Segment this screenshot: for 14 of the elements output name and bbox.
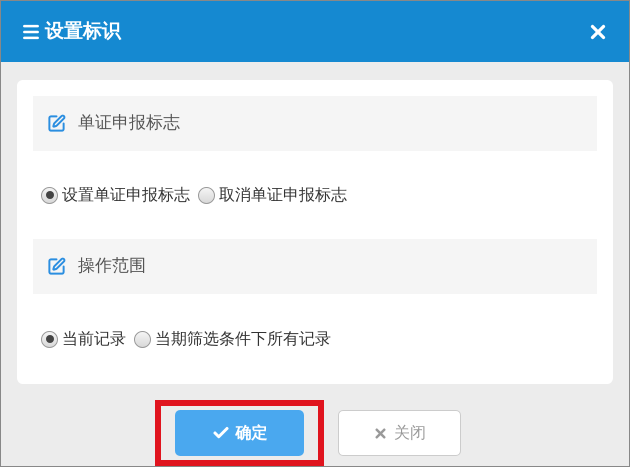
radio-option[interactable]: 设置单证申报标志	[41, 183, 190, 207]
radio-button[interactable]	[41, 330, 58, 348]
radio-option[interactable]: 当前记录	[41, 327, 126, 351]
edit-icon	[47, 257, 66, 276]
radio-option[interactable]: 取消单证申报标志	[198, 183, 347, 207]
close-icon	[373, 426, 388, 440]
radio-button[interactable]	[41, 186, 58, 204]
window-title: 设置标识	[45, 19, 121, 44]
radio-option[interactable]: 当期筛选条件下所有记录	[134, 327, 331, 351]
radio-button[interactable]	[198, 186, 215, 204]
section-title: 操作范围	[78, 254, 146, 278]
edit-icon	[47, 114, 66, 133]
section-title: 单证申报标志	[78, 112, 180, 135]
radio-button[interactable]	[134, 330, 151, 348]
